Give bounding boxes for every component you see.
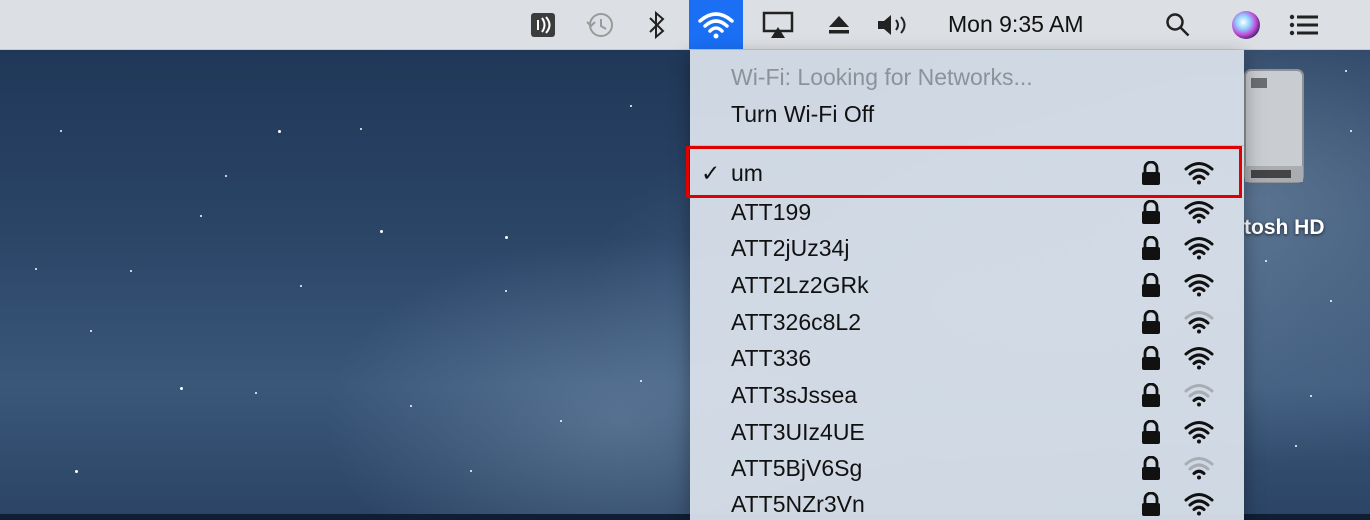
network-name: ATT5BjV6Sg — [731, 455, 863, 481]
network-name: ATT2Lz2GRk — [731, 272, 869, 298]
star — [300, 285, 302, 287]
network-item-att336[interactable]: ATT336 — [690, 341, 1244, 377]
star — [180, 387, 183, 390]
network-item-att2lz2grk[interactable]: ATT2Lz2GRk — [690, 268, 1244, 304]
star — [255, 392, 257, 394]
wifi-signal-icon — [1184, 346, 1214, 375]
network-item-att3sjssea[interactable]: ATT3sJssea — [690, 378, 1244, 414]
network-name: ATT3sJssea — [731, 382, 858, 408]
network-name: ATT2jUz34j — [731, 235, 850, 261]
bluetooth-icon[interactable] — [640, 0, 674, 49]
star — [505, 290, 507, 292]
wifi-icon — [698, 11, 734, 38]
network-item-att5nzr3vn[interactable]: ATT5NZr3Vn — [690, 487, 1244, 520]
star — [1350, 130, 1352, 132]
highlight-annotation — [686, 146, 1242, 198]
star — [75, 470, 78, 473]
star — [225, 175, 227, 177]
star — [1265, 260, 1267, 262]
star — [1310, 395, 1312, 397]
lock-icon — [1140, 345, 1162, 377]
star — [278, 130, 281, 133]
wifi-dropdown-menu: Wi-Fi: Looking for Networks... Turn Wi-F… — [690, 50, 1244, 520]
lock-icon — [1140, 455, 1162, 487]
lock-icon — [1140, 419, 1162, 451]
menu-bar: Mon 9:35 AM — [0, 0, 1370, 50]
star — [560, 420, 562, 422]
star — [200, 215, 202, 217]
star — [1295, 445, 1297, 447]
lock-icon — [1140, 272, 1162, 304]
turn-wifi-off-item[interactable]: Turn Wi-Fi Off — [731, 101, 874, 128]
network-name: ATT3UIz4UE — [731, 419, 865, 445]
wifi-signal-icon — [1184, 236, 1214, 265]
network-name: ATT199 — [731, 199, 812, 225]
star — [640, 380, 642, 382]
wifi-signal-icon — [1184, 420, 1214, 449]
lock-icon — [1140, 382, 1162, 414]
wifi-signal-icon — [1184, 310, 1214, 339]
eject-icon[interactable] — [822, 0, 856, 49]
time-machine-icon[interactable] — [580, 0, 620, 49]
wifi-signal-icon — [1184, 200, 1214, 229]
spotlight-search-icon[interactable] — [1160, 0, 1196, 49]
lock-icon — [1140, 491, 1162, 520]
wifi-signal-icon — [1184, 383, 1214, 412]
star — [630, 105, 632, 107]
wifi-menubar-button[interactable] — [689, 0, 743, 49]
network-item-att3uiz4ue[interactable]: ATT3UIz4UE — [690, 415, 1244, 451]
menubar-clock[interactable]: Mon 9:35 AM — [948, 0, 1084, 49]
wifi-signal-icon — [1184, 273, 1214, 302]
voiceover-icon[interactable] — [526, 0, 560, 49]
airplay-icon[interactable] — [756, 0, 800, 49]
lock-icon — [1140, 309, 1162, 341]
network-item-att199[interactable]: ATT199 — [690, 195, 1244, 231]
network-name: ATT336 — [731, 345, 812, 371]
siri-icon[interactable] — [1228, 0, 1264, 49]
volume-icon[interactable] — [872, 0, 916, 49]
notification-center-icon[interactable] — [1284, 0, 1324, 49]
hard-drive-icon[interactable] — [1243, 68, 1305, 186]
star — [35, 268, 37, 270]
lock-icon — [1140, 235, 1162, 267]
star — [360, 128, 362, 130]
network-name: ATT326c8L2 — [731, 309, 861, 335]
wifi-status-text: Wi-Fi: Looking for Networks... — [731, 64, 1033, 90]
network-item-att2juz34j[interactable]: ATT2jUz34j — [690, 231, 1244, 267]
star — [470, 470, 472, 472]
star — [60, 130, 62, 132]
network-item-att326c8l2[interactable]: ATT326c8L2 — [690, 305, 1244, 341]
star — [410, 405, 412, 407]
wifi-signal-icon — [1184, 492, 1214, 520]
drive-label[interactable]: tosh HD — [1244, 216, 1325, 240]
star — [380, 230, 383, 233]
wifi-signal-icon — [1184, 456, 1214, 485]
star — [90, 330, 92, 332]
star — [1330, 300, 1332, 302]
star — [130, 270, 132, 272]
star — [505, 236, 508, 239]
network-item-att5bjv6sg[interactable]: ATT5BjV6Sg — [690, 451, 1244, 487]
lock-icon — [1140, 199, 1162, 231]
star — [1345, 70, 1347, 72]
